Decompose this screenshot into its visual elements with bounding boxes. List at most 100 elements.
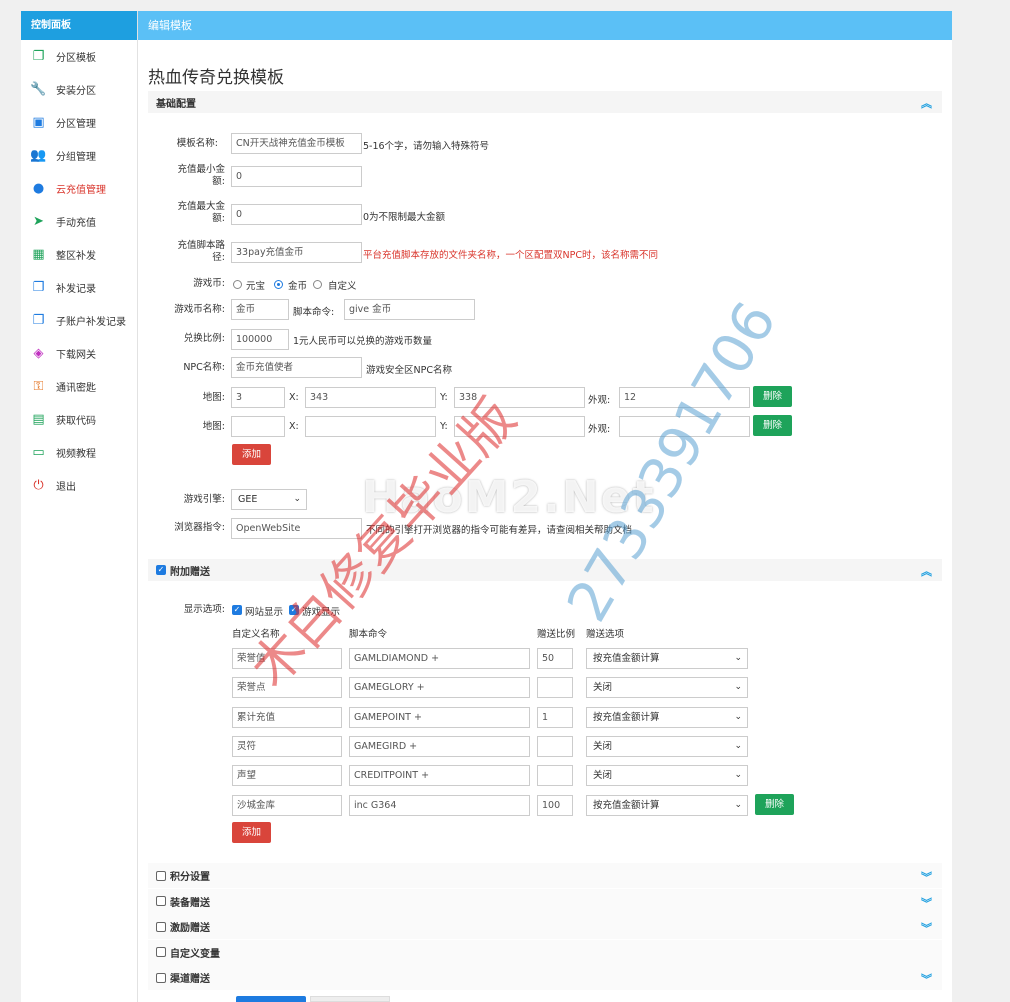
script-cmd-input[interactable]: give 金币 (344, 299, 475, 320)
gift-cmd-input[interactable]: CREDITPOINT + (349, 765, 530, 787)
sidebar-item[interactable]: ➤ 手动充值 (21, 205, 137, 238)
max-amount-input[interactable]: 0 (231, 204, 362, 225)
sidebar-item-label: 整区补发 (56, 251, 96, 262)
sidebar-item[interactable]: ⚿ 通讯密匙 (21, 370, 137, 403)
gift-name-input[interactable]: 灵符 (232, 735, 342, 757)
map-input[interactable]: 3 (231, 387, 285, 408)
gift-option-select[interactable]: 按充值金额计算 ⌄ (586, 648, 748, 669)
gift-ratio-input[interactable] (537, 735, 573, 757)
section-checkbox[interactable] (156, 921, 166, 932)
section-checkbox[interactable] (156, 896, 166, 906)
template-name-input[interactable]: CN开天战神充值金币模板 (231, 133, 362, 154)
chevron-up-icon[interactable]: ︽ (921, 563, 932, 579)
show-game-checkbox[interactable]: ✓ (289, 605, 299, 615)
collapsed-section-header[interactable]: 激励赠送 ︾ (148, 914, 942, 939)
collapsed-section-header[interactable]: 积分设置 ︾ (148, 863, 942, 888)
gift-cmd-input[interactable]: GAMEGLORY + (349, 677, 530, 699)
gift-option-select[interactable]: 按充值金额计算 ⌄ (586, 706, 748, 728)
ratio-input[interactable]: 100000 (231, 329, 289, 350)
chevron-up-icon[interactable]: ︽ (921, 95, 932, 111)
sidebar-item-label: 补发记录 (56, 284, 96, 295)
gift-ratio-input[interactable]: 50 (537, 648, 573, 669)
gift-name-input[interactable]: 荣誉值 (232, 648, 342, 669)
sidebar: 控制面板 ❐ 分区模板 🔧 安装分区 ▣ 分区管理 👥 分组管理 ● 云充值管理 ➤ 手动充值 ▦ 整区补… (21, 11, 138, 1002)
sidebar-item[interactable]: ▦ 整区补发 (21, 238, 137, 271)
gift-option-select[interactable]: 关闭 ⌄ (586, 765, 748, 787)
chevron-down-icon[interactable]: ︾ (921, 869, 932, 885)
delete-map-button[interactable]: 删除 (753, 415, 792, 436)
sidebar-item[interactable]: ❐ 补发记录 (21, 271, 137, 304)
gift-cmd-input[interactable]: GAMEGIRD + (349, 735, 530, 757)
script-path-input[interactable]: 33pay充值金币 (231, 242, 362, 263)
look-input[interactable] (619, 416, 750, 437)
basic-config-header[interactable]: 基础配置 ︽ (148, 91, 942, 113)
npc-label: NPC名称: (183, 362, 225, 373)
look-label: 外观: (588, 395, 611, 406)
engine-select[interactable]: GEE ⌄ (231, 489, 307, 510)
show-web-checkbox[interactable]: ✓ (232, 605, 242, 615)
gift-ratio-input[interactable]: 1 (537, 706, 573, 728)
gift-ratio-input[interactable] (537, 765, 573, 787)
cancel-button[interactable] (310, 996, 390, 1002)
currency-radio-gold[interactable] (274, 280, 283, 289)
gift-cmd-input[interactable]: GAMEPOINT + (349, 706, 530, 728)
max-amount-hint: 0为不限制最大金额 (363, 212, 446, 223)
col-custom-name: 自定义名称 (232, 629, 280, 640)
gift-ratio-input[interactable]: 100 (537, 794, 573, 816)
section-checkbox[interactable] (156, 870, 166, 881)
script-path-label: 充值脚本路 径: (177, 240, 225, 263)
delete-gift-button[interactable]: 删除 (755, 793, 794, 815)
collapsed-section-header[interactable]: 自定义变量 (148, 939, 942, 965)
section-checkbox[interactable] (156, 972, 166, 983)
sidebar-item[interactable]: ❐ 分区模板 (21, 40, 137, 73)
map-input[interactable] (231, 416, 285, 437)
gift-cmd-input[interactable]: inc G364 (349, 794, 530, 816)
x-input[interactable] (305, 416, 436, 437)
currency-radio-yuanbao[interactable] (233, 280, 242, 289)
map-label: 地图: (202, 392, 225, 403)
gift-option-select[interactable]: 关闭 ⌄ (586, 677, 748, 699)
gift-cmd-input[interactable]: GAMLDIAMOND + (349, 648, 530, 669)
sidebar-item[interactable]: ❐ 子账户补发记录 (21, 304, 137, 337)
gift-name-input[interactable]: 声望 (232, 765, 342, 787)
extra-gift-checkbox[interactable]: ✓ (156, 565, 166, 575)
extra-gift-header[interactable]: ✓ 附加赠送 ︽ (148, 559, 942, 581)
y-input[interactable]: 338 (454, 387, 585, 408)
script-path-hint: 平台充值脚本存放的文件夹名称，一个区配置双NPC时，该名称需不同 (363, 250, 658, 261)
section-checkbox[interactable] (156, 947, 166, 957)
delete-map-button[interactable]: 删除 (753, 386, 792, 407)
sidebar-item[interactable]: 👥 分组管理 (21, 139, 137, 172)
sidebar-item[interactable]: 🔧 安装分区 (21, 73, 137, 106)
collapsed-section-header[interactable]: 装备赠送 ︾ (148, 888, 942, 914)
max-amount-label: 充值最大金 额: (177, 201, 225, 224)
currency-option-label: 元宝 (246, 281, 266, 292)
gift-name-input[interactable]: 荣誉点 (232, 677, 342, 699)
browser-cmd-input[interactable]: OpenWebSite (231, 518, 362, 539)
currency-radio-custom[interactable] (313, 280, 322, 289)
sidebar-item[interactable]: ◈ 下载网关 (21, 337, 137, 370)
gift-name-input[interactable]: 沙城金库 (232, 794, 342, 816)
npc-input[interactable]: 金币充值使者 (231, 357, 362, 378)
chevron-down-icon[interactable]: ︾ (921, 920, 932, 936)
add-map-button[interactable]: 添加 (232, 444, 271, 465)
submit-button[interactable] (236, 996, 306, 1002)
coin-name-input[interactable]: 金币 (231, 299, 289, 320)
sidebar-item[interactable]: ▤ 获取代码 (21, 403, 137, 436)
gift-ratio-input[interactable] (537, 677, 573, 699)
engine-label: 游戏引擎: (183, 494, 225, 505)
sidebar-item[interactable]: ▭ 视频教程 (21, 436, 137, 469)
add-gift-button[interactable]: 添加 (232, 822, 271, 843)
collapsed-section-header[interactable]: 渠道赠送 ︾ (148, 965, 942, 990)
min-amount-input[interactable]: 0 (231, 166, 362, 187)
gift-name-input[interactable]: 累计充值 (232, 706, 342, 728)
y-input[interactable] (454, 416, 585, 437)
look-input[interactable]: 12 (619, 387, 750, 408)
x-input[interactable]: 343 (305, 387, 436, 408)
sidebar-item[interactable]: ● 云充值管理 (21, 172, 137, 205)
chevron-down-icon[interactable]: ︾ (921, 971, 932, 987)
sidebar-item[interactable]: ▣ 分区管理 (21, 106, 137, 139)
sidebar-item[interactable]: ⏻ 退出 (21, 469, 137, 502)
gift-option-select[interactable]: 关闭 ⌄ (586, 735, 748, 757)
gift-option-select[interactable]: 按充值金额计算 ⌄ (586, 794, 748, 816)
chevron-down-icon[interactable]: ︾ (921, 895, 932, 911)
